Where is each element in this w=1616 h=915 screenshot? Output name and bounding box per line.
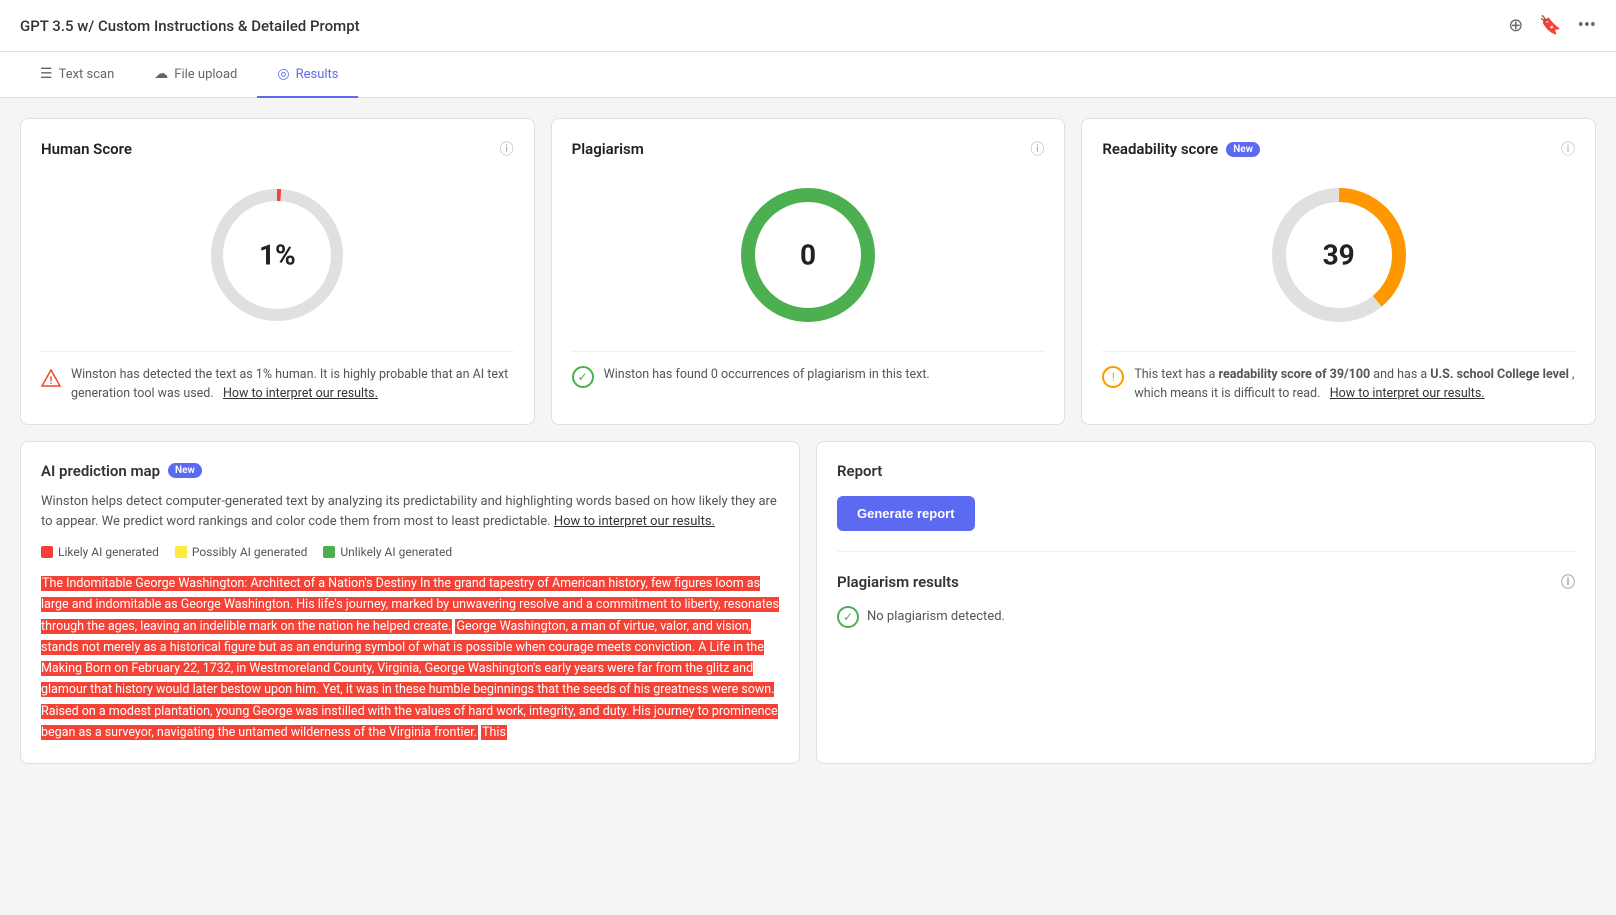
readability-header: Readability score New ⓘ: [1102, 139, 1575, 159]
plagiarism-footer: ✓ Winston has found 0 occurrences of pla…: [572, 351, 1045, 388]
human-score-info-icon[interactable]: ⓘ: [500, 139, 514, 159]
human-score-title: Human Score: [41, 140, 132, 158]
plagiarism-info-icon[interactable]: ⓘ: [1030, 139, 1044, 159]
human-score-card: Human Score ⓘ 1%: [20, 118, 535, 425]
report-section: Report Generate report: [837, 462, 1575, 552]
human-score-link[interactable]: How to interpret our results.: [223, 386, 378, 401]
human-score-gauge-wrapper: 1%: [197, 175, 357, 335]
ai-prediction-description: Winston helps detect computer-generated …: [41, 492, 779, 534]
ai-prediction-card: AI prediction map New Winston helps dete…: [20, 441, 800, 765]
readability-description: This text has a readability score of 39/…: [1134, 366, 1575, 404]
ai-prediction-badge: New: [168, 463, 202, 478]
legend-unlikely-ai: Unlikely AI generated: [323, 545, 452, 559]
tab-results[interactable]: ◎ Results: [257, 52, 358, 98]
readability-info-icon[interactable]: ⓘ: [1561, 139, 1575, 159]
readability-title: Readability score New: [1102, 140, 1260, 158]
text-highlighted-segment-3: This: [481, 725, 507, 740]
readability-footer: ! This text has a readability score of 3…: [1102, 351, 1575, 404]
legend-dot-yellow: [175, 546, 187, 558]
human-score-gauge: 1%: [41, 175, 514, 335]
readability-warn-icon: !: [1102, 366, 1124, 388]
readability-card: Readability score New ⓘ 39 !: [1081, 118, 1596, 425]
readability-gauge: 39: [1102, 175, 1575, 335]
svg-text:!: !: [50, 376, 53, 387]
plagiarism-value: 0: [800, 239, 816, 272]
plus-icon[interactable]: ⊕: [1508, 15, 1523, 36]
plagiarism-results-section: Plagiarism results ⓘ ✓ No plagiarism det…: [837, 572, 1575, 628]
plagiarism-results-info-icon[interactable]: ⓘ: [1561, 572, 1575, 592]
human-score-footer: ! Winston has detected the text as 1% hu…: [41, 351, 514, 404]
no-plagiarism-status: ✓ No plagiarism detected.: [837, 606, 1575, 628]
ai-prediction-link[interactable]: How to interpret our results.: [554, 514, 715, 529]
tab-results-label: Results: [296, 67, 339, 82]
plagiarism-results-header: Plagiarism results ⓘ: [837, 572, 1575, 592]
main-content: Human Score ⓘ 1%: [0, 98, 1616, 784]
report-title: Report: [837, 462, 1575, 480]
tab-text-scan-label: Text scan: [59, 67, 115, 82]
plagiarism-results-status: No plagiarism detected.: [867, 609, 1005, 624]
header-title: GPT 3.5 w/ Custom Instructions & Detaile…: [20, 17, 360, 35]
legend-dot-red: [41, 546, 53, 558]
plagiarism-results-check-icon: ✓: [837, 606, 859, 628]
plagiarism-description: Winston has found 0 occurrences of plagi…: [604, 366, 930, 385]
plagiarism-card: Plagiarism ⓘ 0 ✓ Winston has found 0 occ…: [551, 118, 1066, 425]
header-icons: ⊕ 🔖 •••: [1508, 15, 1596, 36]
readability-gauge-wrapper: 39: [1259, 175, 1419, 335]
generate-report-button[interactable]: Generate report: [837, 496, 975, 531]
legend-likely-ai: Likely AI generated: [41, 545, 159, 559]
human-score-header: Human Score ⓘ: [41, 139, 514, 159]
readability-new-badge: New: [1226, 142, 1260, 157]
results-icon: ◎: [277, 66, 289, 82]
readability-link[interactable]: How to interpret our results.: [1330, 386, 1485, 401]
legend-possibly-ai: Possibly AI generated: [175, 545, 308, 559]
text-highlighted-segment-2: George Washington, a man of virtue, valo…: [41, 619, 778, 740]
ai-prediction-header: AI prediction map New: [41, 462, 779, 480]
plagiarism-gauge-wrapper: 0: [728, 175, 888, 335]
plagiarism-header: Plagiarism ⓘ: [572, 139, 1045, 159]
ai-prediction-text: The Indomitable George Washington: Archi…: [41, 573, 779, 743]
ai-prediction-title: AI prediction map: [41, 462, 160, 480]
more-icon[interactable]: •••: [1578, 15, 1596, 36]
header: GPT 3.5 w/ Custom Instructions & Detaile…: [0, 0, 1616, 52]
bottom-row: AI prediction map New Winston helps dete…: [20, 441, 1596, 765]
plagiarism-check-icon: ✓: [572, 366, 594, 388]
human-score-description: Winston has detected the text as 1% huma…: [71, 366, 514, 404]
ai-legend: Likely AI generated Possibly AI generate…: [41, 545, 779, 559]
tabs-bar: ☰ Text scan ☁ File upload ◎ Results: [0, 52, 1616, 98]
report-card: Report Generate report Plagiarism result…: [816, 441, 1596, 765]
upload-icon: ☁: [154, 66, 168, 82]
warning-icon: !: [41, 368, 61, 388]
bookmark-icon[interactable]: 🔖: [1539, 15, 1561, 36]
plagiarism-gauge: 0: [572, 175, 1045, 335]
scan-icon: ☰: [40, 66, 53, 82]
tab-text-scan[interactable]: ☰ Text scan: [20, 52, 134, 98]
score-cards-row: Human Score ⓘ 1%: [20, 118, 1596, 425]
readability-value: 39: [1323, 239, 1355, 272]
legend-dot-green: [323, 546, 335, 558]
tab-file-upload-label: File upload: [174, 67, 237, 82]
human-score-value: 1%: [259, 239, 296, 272]
tab-file-upload[interactable]: ☁ File upload: [134, 52, 257, 98]
plagiarism-title: Plagiarism: [572, 140, 644, 158]
